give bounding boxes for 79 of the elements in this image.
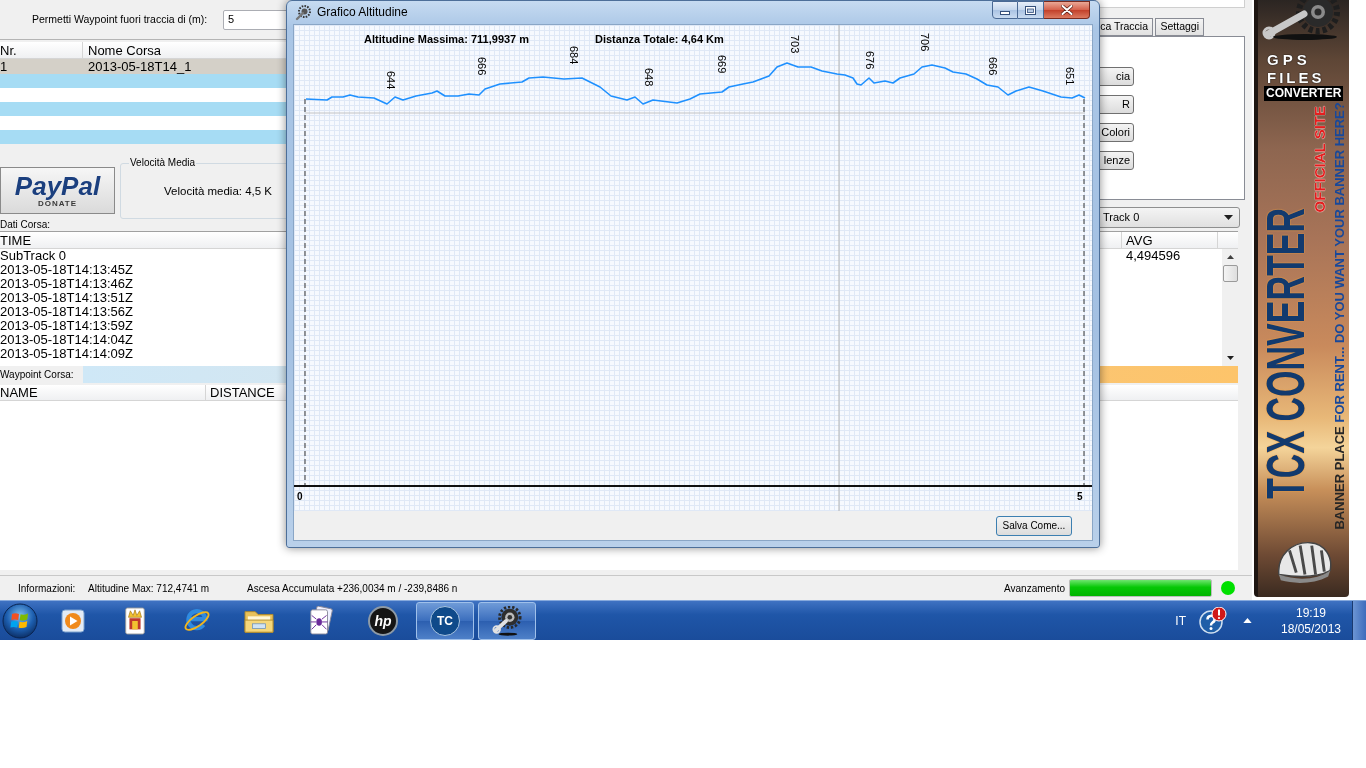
point-label: 644: [385, 71, 397, 90]
window-title: Grafico Altitudine: [317, 5, 408, 20]
taskbar-button[interactable]: TC: [416, 601, 474, 640]
point-label: 676: [864, 51, 876, 70]
app-logo[interactable]: hp: [368, 605, 398, 636]
caret-down-icon: [1224, 215, 1233, 220]
start-button[interactable]: [2, 602, 38, 639]
scrollbar-thumb[interactable]: [1222, 265, 1238, 282]
minimize-icon: [1000, 11, 1010, 15]
section-label: Dati Corsa:: [0, 219, 50, 230]
status-label: Informazioni:: [18, 581, 76, 596]
table-cell: 2013-05-18T14:14:04Z: [0, 333, 133, 347]
point-label: 648: [643, 68, 655, 87]
banner-text: FOR RENT... DO YOU WANT YOUR BANNER HERE?: [1332, 102, 1347, 423]
close-icon: [1060, 5, 1073, 15]
point-label: 703: [789, 35, 801, 54]
taskbar-button[interactable]: [478, 601, 536, 640]
app-logo[interactable]: TC: [430, 605, 460, 636]
table-cell: 2013-05-18T14:13:51Z: [0, 291, 133, 305]
axis-tick-label: 5: [1077, 491, 1083, 503]
maximize-icon: [1025, 5, 1036, 15]
close-button[interactable]: [1044, 1, 1090, 19]
gear-wrench-icon[interactable]: [492, 605, 522, 636]
caret-up-icon[interactable]: [1243, 618, 1252, 623]
progress-label: Avanzamento: [1004, 581, 1065, 596]
crown-card-icon[interactable]: [122, 605, 148, 636]
column-header[interactable]: NAME: [0, 385, 206, 400]
column-header[interactable]: Nr.: [0, 42, 83, 58]
speed-text: Velocità media: 4,5 K: [164, 184, 273, 198]
scrollbar[interactable]: [1222, 249, 1238, 366]
status-text: Altitudine Max: 712,4741 m: [88, 581, 210, 596]
banner-background[interactable]: GPS FILES CONVERTER OFFICIAL SITE TCX CONVERTER BANNER PLACE FOR RENT... DO YOU WANT YOUR BANNER HERE?: [1254, 0, 1349, 597]
banner-text: OFFICIAL SITE: [1311, 106, 1328, 213]
chart-title: Distanza Totale: 4,64 Km: [595, 33, 724, 46]
banner-text: FILES: [1267, 70, 1325, 86]
axis-tick-label: 0: [297, 491, 303, 503]
spider-card-icon[interactable]: [308, 605, 334, 636]
show-desktop-button[interactable]: [1352, 601, 1366, 640]
column-header[interactable]: TIME: [0, 232, 286, 248]
section-label: Waypoint Corsa:: [0, 368, 74, 381]
play-icon[interactable]: [59, 606, 87, 635]
table-cell: 2013-05-18T14:13:46Z: [0, 277, 133, 291]
save-as-button[interactable]: Salva Come...: [996, 515, 1072, 536]
clock-date[interactable]: 18/05/2013: [1280, 620, 1342, 637]
caret-up-icon[interactable]: [1226, 255, 1234, 259]
point-label: 706: [919, 33, 931, 52]
group-title: Velocità Media: [129, 157, 197, 169]
column-header[interactable]: DISTANCE: [206, 385, 290, 400]
table-cell: 2013-05-18T14:13:59Z: [0, 319, 133, 333]
table-cell: 2013-05-18T14:13:45Z: [0, 263, 133, 277]
clock-time[interactable]: 19:19: [1296, 604, 1326, 621]
point-label: 669: [716, 55, 728, 74]
language-indicator[interactable]: IT: [1175, 611, 1186, 630]
table-cell: 1: [0, 59, 8, 74]
table-cell: 2013-05-18T14:14:09Z: [0, 347, 133, 361]
table-cell: SubTrack 0: [0, 249, 66, 263]
donate-button[interactable]: PayPal DONATE: [0, 167, 115, 214]
table-cell: 4,494596: [1126, 249, 1181, 263]
table-cell: 2013-05-18T14_1: [88, 59, 192, 74]
point-label: 651: [1064, 67, 1076, 86]
point-label: 666: [476, 57, 488, 76]
minimize-button[interactable]: [992, 1, 1018, 19]
help-alert-icon[interactable]: [1199, 606, 1227, 635]
banner-text: BANNER PLACE: [1332, 426, 1347, 530]
column-header[interactable]: Nome Corsa: [83, 42, 161, 58]
chart-title: Altitudine Massima: 711,9937 m: [364, 33, 530, 46]
point-label: 684: [568, 46, 580, 65]
field-label: Permetti Waypoint fuori traccia di (m):: [32, 11, 208, 27]
maximize-button[interactable]: [1018, 1, 1044, 19]
banner-title: TCX CONVERTER: [1261, 208, 1309, 499]
point-label: 666: [987, 57, 999, 76]
table-cell: 2013-05-18T14:13:56Z: [0, 305, 133, 319]
column-header[interactable]: AVG: [1121, 232, 1218, 248]
gear-wrench-icon: [295, 5, 311, 21]
caret-down-icon[interactable]: [1226, 356, 1234, 360]
banner-text: CONVERTER: [1264, 86, 1344, 101]
status-text: Ascesa Accumulata +236,0034 m / -239,8486 n: [247, 581, 458, 596]
tab[interactable]: Settaggi: [1155, 18, 1204, 36]
banner-text: GPS: [1267, 52, 1311, 68]
